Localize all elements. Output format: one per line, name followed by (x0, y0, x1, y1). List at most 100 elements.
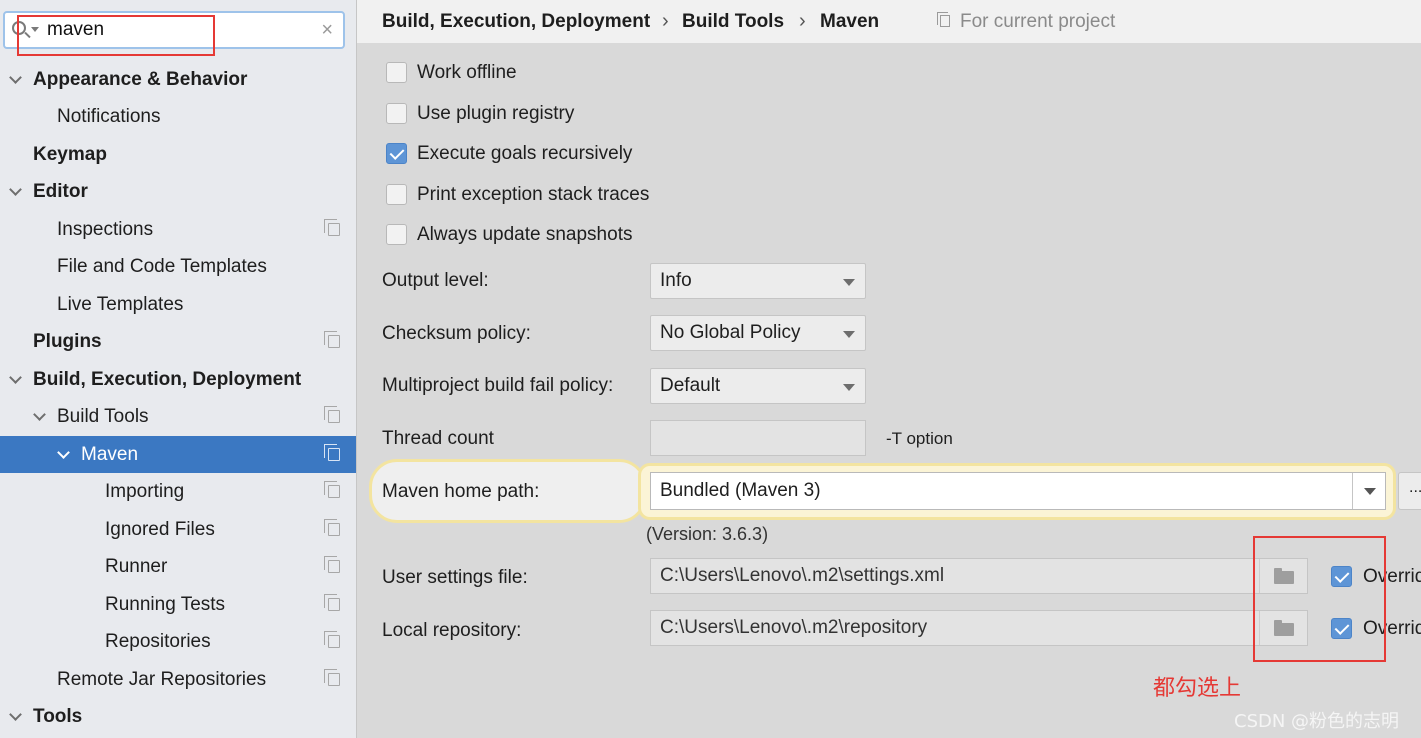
breadcrumb-item[interactable]: Build Tools (682, 11, 784, 33)
search-input[interactable] (47, 17, 307, 43)
maven-settings-panel: Build, Execution, Deployment › Build Too… (357, 0, 1421, 738)
tree-label: Build, Execution, Deployment (33, 369, 302, 390)
project-scope-icon (324, 481, 340, 498)
local-repo-field[interactable]: C:\Users\Lenovo\.m2\repository (650, 610, 1308, 646)
tree-appearance-behavior[interactable]: Appearance & Behavior (0, 61, 356, 98)
tree-label: Runner (105, 556, 168, 577)
tree-label: Plugins (33, 331, 102, 352)
option-label: Work offline (417, 62, 517, 83)
breadcrumb-item[interactable]: Build, Execution, Deployment (382, 11, 650, 33)
select-value: Info (660, 270, 692, 291)
t-option-hint: -T option (886, 429, 953, 448)
project-scope-icon (937, 12, 950, 27)
tree-running-tests[interactable]: Running Tests (0, 586, 356, 623)
chevron-down-icon[interactable] (1352, 473, 1385, 509)
goals-recursive-checkbox[interactable] (386, 143, 407, 164)
breadcrumb-separator: › (662, 10, 669, 32)
output-level-label: Output level: (382, 270, 489, 291)
folder-icon[interactable] (1259, 559, 1307, 593)
chevron-down-icon (843, 331, 855, 338)
tree-runner[interactable]: Runner (0, 548, 356, 585)
expand-arrow-icon[interactable] (33, 398, 47, 435)
output-level-select[interactable]: Info (650, 263, 866, 299)
tree-keymap[interactable]: Keymap (0, 136, 356, 173)
plugin-registry-checkbox[interactable] (386, 103, 407, 124)
tree-inspections[interactable]: Inspections (0, 211, 356, 248)
breadcrumb-separator: › (799, 10, 806, 32)
clear-search-icon[interactable]: × (321, 17, 333, 43)
override-label: Overrid (1363, 566, 1421, 587)
watermark: CSDN @粉色的志明 (1234, 711, 1400, 732)
tree-ignored-files[interactable]: Ignored Files (0, 511, 356, 548)
select-value: Default (660, 375, 721, 396)
stack-traces-checkbox[interactable] (386, 184, 407, 205)
option-label: Always update snapshots (417, 224, 633, 245)
folder-icon[interactable] (1259, 611, 1307, 645)
maven-home-select[interactable]: Bundled (Maven 3) (650, 472, 1386, 510)
tree-label: Running Tests (105, 594, 226, 615)
fail-policy-select[interactable]: Default (650, 368, 866, 404)
option-label: Execute goals recursively (417, 143, 633, 164)
expand-arrow-icon[interactable] (9, 698, 23, 735)
tree-importing[interactable]: Importing (0, 473, 356, 510)
field-value: C:\Users\Lenovo\.m2\settings.xml (660, 565, 945, 586)
tree-label: Notifications (57, 106, 161, 127)
project-scope-icon (324, 669, 340, 686)
expand-arrow-icon[interactable] (9, 61, 23, 98)
tree-build-tools[interactable]: Build Tools (0, 398, 356, 435)
tree-label: Keymap (33, 144, 107, 165)
tree-label: Live Templates (57, 294, 184, 315)
settings-sidebar: × Appearance & Behavior Notifications Ke… (0, 0, 357, 738)
tree-label: Ignored Files (105, 519, 215, 540)
tree-build-execution-deployment[interactable]: Build, Execution, Deployment (0, 361, 356, 398)
tree-label: Tools (33, 706, 83, 727)
tree-tools[interactable]: Tools (0, 698, 356, 735)
override-label: Overrid (1363, 618, 1421, 639)
chevron-down-icon (843, 279, 855, 286)
maven-home-label: Maven home path: (382, 481, 540, 502)
checksum-policy-label: Checksum policy: (382, 323, 531, 344)
work-offline-checkbox[interactable] (386, 62, 407, 83)
expand-arrow-icon[interactable] (9, 361, 23, 398)
maven-version: (Version: 3.6.3) (646, 524, 769, 544)
local-repo-label: Local repository: (382, 620, 522, 641)
tree-label: Remote Jar Repositories (57, 669, 267, 690)
expand-arrow-icon[interactable] (9, 173, 23, 210)
search-options-caret-icon[interactable] (31, 27, 39, 32)
select-value: Bundled (Maven 3) (660, 480, 821, 501)
tree-label: Maven (81, 444, 139, 465)
user-settings-label: User settings file: (382, 567, 528, 588)
breadcrumb: Build, Execution, Deployment › Build Too… (357, 0, 1421, 43)
local-repo-override-checkbox[interactable] (1331, 618, 1352, 639)
annotation-text: 都勾选上 (1153, 676, 1242, 701)
user-settings-override-checkbox[interactable] (1331, 566, 1352, 587)
thread-count-label: Thread count (382, 428, 494, 449)
search-box[interactable]: × (3, 11, 345, 49)
thread-count-input[interactable] (650, 420, 866, 456)
tree-label: Editor (33, 181, 88, 202)
checksum-policy-select[interactable]: No Global Policy (650, 315, 866, 351)
tree-repositories[interactable]: Repositories (0, 623, 356, 660)
project-scope-icon (324, 631, 340, 648)
project-scope-icon (324, 519, 340, 536)
expand-arrow-icon[interactable] (57, 436, 71, 473)
select-value: No Global Policy (660, 322, 801, 343)
project-scope-icon (324, 406, 340, 423)
tree-remote-jar-repositories[interactable]: Remote Jar Repositories (0, 661, 356, 698)
tree-label: Appearance & Behavior (33, 69, 248, 90)
tree-notifications[interactable]: Notifications (0, 98, 356, 135)
search-icon[interactable] (12, 21, 26, 35)
project-scope-icon (324, 444, 340, 461)
option-label: Use plugin registry (417, 103, 575, 124)
tree-editor[interactable]: Editor (0, 173, 356, 210)
tree-label: Build Tools (57, 406, 149, 427)
tree-file-code-templates[interactable]: File and Code Templates (0, 248, 356, 285)
browse-maven-home-button[interactable]: ... (1398, 472, 1421, 510)
tree-maven[interactable]: Maven (0, 436, 356, 473)
tree-plugins[interactable]: Plugins (0, 323, 356, 360)
scope-label: For current project (960, 11, 1116, 32)
project-scope-icon (324, 331, 340, 348)
update-snapshots-checkbox[interactable] (386, 224, 407, 245)
tree-live-templates[interactable]: Live Templates (0, 286, 356, 323)
user-settings-field[interactable]: C:\Users\Lenovo\.m2\settings.xml (650, 558, 1308, 594)
